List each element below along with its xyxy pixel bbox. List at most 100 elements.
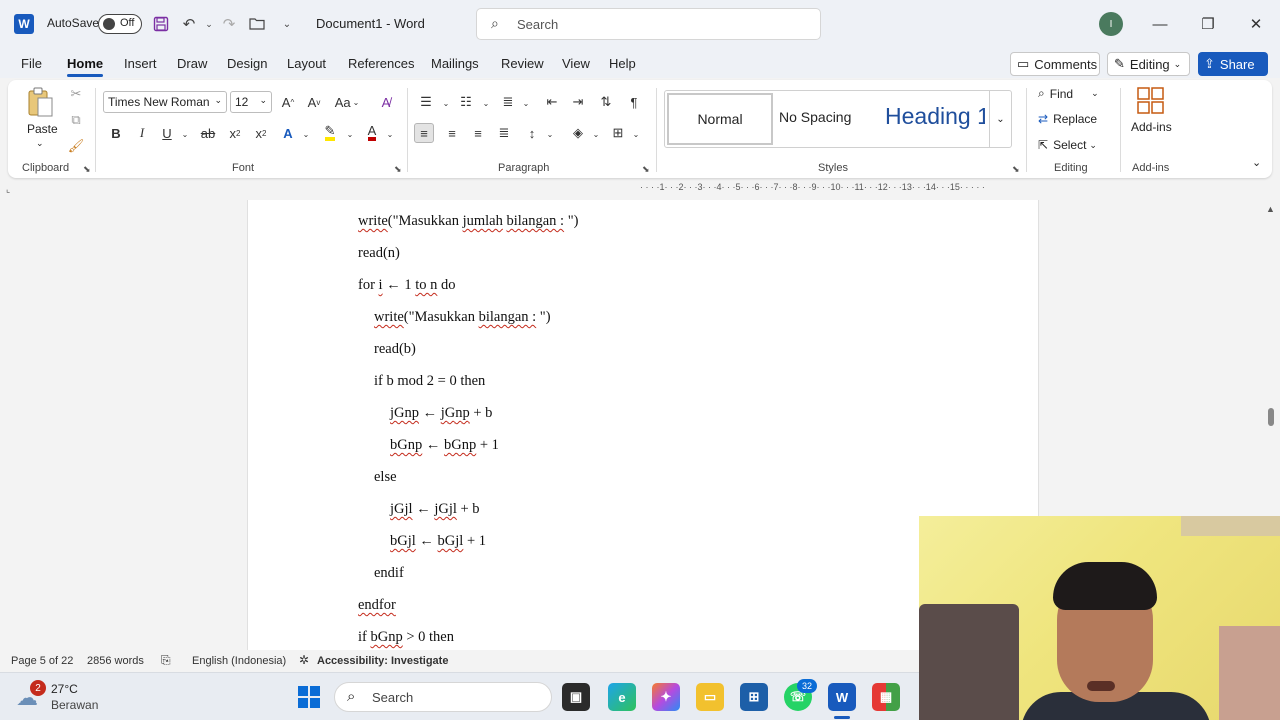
document-line[interactable]: endif (374, 565, 404, 582)
tab-mailings[interactable]: Mailings (431, 56, 479, 71)
tab-references[interactable]: References (348, 56, 414, 71)
clear-formatting-icon[interactable]: A̸ (376, 92, 396, 112)
increase-font-icon[interactable]: A ^ (278, 92, 298, 112)
document-line[interactable]: if b mod 2 = 0 then (374, 373, 485, 390)
restore-icon[interactable]: ❐ (1196, 12, 1220, 36)
comments-button[interactable]: ▭ Comments (1010, 52, 1100, 76)
document-line[interactable]: write("Masukkan bilangan : ") (374, 309, 551, 326)
cut-icon[interactable]: ✂ (66, 84, 86, 104)
shading-icon[interactable]: ◈ (568, 123, 588, 143)
document-line[interactable]: read(n) (358, 245, 400, 262)
document-line[interactable]: bGjl ← bGjl + 1 (390, 533, 486, 550)
superscript-icon[interactable]: x2 (251, 123, 271, 143)
copilot-icon[interactable]: ✦ (652, 683, 680, 711)
chevron-down-icon[interactable]: ⌄ (175, 124, 195, 144)
paste-icon[interactable] (26, 86, 56, 118)
document-line[interactable]: write("Masukkan jumlah bilangan : ") (358, 213, 578, 230)
paste-dropdown-icon[interactable]: ⌄ (36, 138, 44, 149)
document-line[interactable]: endfor (358, 597, 396, 614)
temperature[interactable]: 27°C (51, 682, 78, 696)
subscript-icon[interactable]: x2 (225, 123, 245, 143)
minimize-icon[interactable]: — (1148, 12, 1172, 36)
chevron-down-icon[interactable]: ⌄ (380, 124, 400, 144)
show-formatting-icon[interactable]: ¶ (624, 92, 644, 112)
font-name-select[interactable]: Times New Roman ⌄ (103, 91, 227, 113)
highlight-icon[interactable]: ✎ (320, 123, 340, 143)
font-size-select[interactable]: 12 ⌄ (230, 91, 272, 113)
copy-icon[interactable]: ⧉ (66, 110, 86, 130)
line-spacing-icon[interactable]: ↕ (522, 123, 542, 143)
addins-icon[interactable] (1136, 86, 1166, 119)
language-indicator[interactable]: English (Indonesia) (192, 655, 286, 667)
tab-review[interactable]: Review (501, 56, 544, 71)
numbering-icon[interactable]: ☷ (456, 92, 476, 112)
align-right-icon[interactable]: ≡ (468, 123, 488, 143)
tab-view[interactable]: View (562, 56, 590, 71)
share-button[interactable]: ⇪ Share (1198, 52, 1268, 76)
text-effects-icon[interactable]: A (278, 123, 298, 143)
strikethrough-icon[interactable]: ab (198, 123, 218, 143)
chevron-down-icon[interactable]: ⌄ (626, 124, 646, 144)
tab-file[interactable]: File (21, 56, 42, 71)
decrease-font-icon[interactable]: Av (304, 92, 324, 112)
redo-icon[interactable]: ↷ (218, 13, 240, 35)
sort-icon[interactable]: ⇅ (596, 92, 616, 112)
justify-icon[interactable]: ≣ (494, 123, 514, 143)
user-avatar[interactable]: I (1099, 12, 1123, 36)
edge-icon[interactable]: e (608, 683, 636, 711)
multilevel-list-icon[interactable]: ≣ (498, 92, 518, 112)
document-line[interactable]: if bGnp > 0 then (358, 629, 454, 646)
change-case-button[interactable]: Aa ⌄ (334, 92, 360, 112)
file-explorer-icon[interactable]: ▭ (696, 683, 724, 711)
customize-qat-icon[interactable]: ⌄ (276, 13, 298, 35)
decrease-indent-icon[interactable]: ⇤ (542, 92, 562, 112)
tab-design[interactable]: Design (227, 56, 267, 71)
font-launcher-icon[interactable]: ⬊ (394, 164, 402, 175)
chevron-down-icon[interactable]: ⌄ (476, 93, 496, 113)
document-line[interactable]: else (374, 469, 397, 486)
chevron-down-icon[interactable]: ⌄ (436, 93, 456, 113)
task-view-icon[interactable]: ▣ (562, 683, 590, 711)
clipboard-launcher-icon[interactable]: ⬊ (83, 164, 91, 175)
document-line[interactable]: jGjl ← jGjl + b (390, 501, 480, 518)
chevron-down-icon[interactable]: ⌄ (586, 124, 606, 144)
word-taskbar-icon[interactable]: W (828, 683, 856, 711)
word-count[interactable]: 2856 words (87, 655, 144, 667)
align-left-icon[interactable]: ≡ (414, 123, 434, 143)
save-icon[interactable] (150, 13, 172, 35)
close-icon[interactable]: ✕ (1244, 12, 1268, 36)
format-painter-icon[interactable]: 🖌 (66, 136, 86, 156)
tab-draw[interactable]: Draw (177, 56, 207, 71)
document-line[interactable]: bGnp ← bGnp + 1 (390, 437, 499, 454)
search-box[interactable]: ⌕ Search (476, 8, 821, 40)
tab-home[interactable]: Home (67, 56, 104, 77)
bold-icon[interactable]: B (106, 123, 126, 143)
bullets-icon[interactable]: ☰ (416, 92, 436, 112)
tab-layout[interactable]: Layout (287, 56, 326, 71)
autosave-toggle[interactable]: Off (98, 14, 142, 34)
addins-label[interactable]: Add-ins (1131, 120, 1172, 134)
taskbar-search[interactable]: ⌕ Search (334, 682, 552, 712)
font-color-icon[interactable]: A (362, 123, 382, 143)
align-center-icon[interactable]: ≡ (442, 123, 462, 143)
chevron-down-icon[interactable]: ⌄ (516, 93, 536, 113)
chevron-down-icon[interactable]: ⌄ (340, 124, 360, 144)
increase-indent-icon[interactable]: ⇥ (568, 92, 588, 112)
colorful-app-icon[interactable]: ▦ (872, 683, 900, 711)
open-folder-icon[interactable] (246, 13, 268, 35)
scroll-up-icon[interactable]: ▲ (1266, 204, 1275, 214)
document-line[interactable]: jGnp ← jGnp + b (390, 405, 492, 422)
borders-icon[interactable]: ⊞ (608, 123, 628, 143)
styles-launcher-icon[interactable]: ⬊ (1012, 164, 1020, 175)
accessibility-status[interactable]: Accessibility: Investigate (317, 655, 448, 667)
tab-selector-icon[interactable]: ⌞ (6, 184, 10, 195)
style-no-spacing[interactable]: No Spacing (779, 109, 851, 125)
document-line[interactable]: read(b) (374, 341, 416, 358)
page-count[interactable]: Page 5 of 22 (11, 655, 73, 667)
styles-more-icon[interactable]: ⌄ (989, 91, 1011, 147)
proofing-icon[interactable]: ⎘ (161, 653, 171, 668)
underline-icon[interactable]: U (157, 123, 177, 143)
find-button[interactable]: ⌕ Find ⌄ (1038, 86, 1099, 101)
undo-icon[interactable]: ↶ (178, 13, 200, 35)
italic-icon[interactable]: I (132, 123, 152, 143)
